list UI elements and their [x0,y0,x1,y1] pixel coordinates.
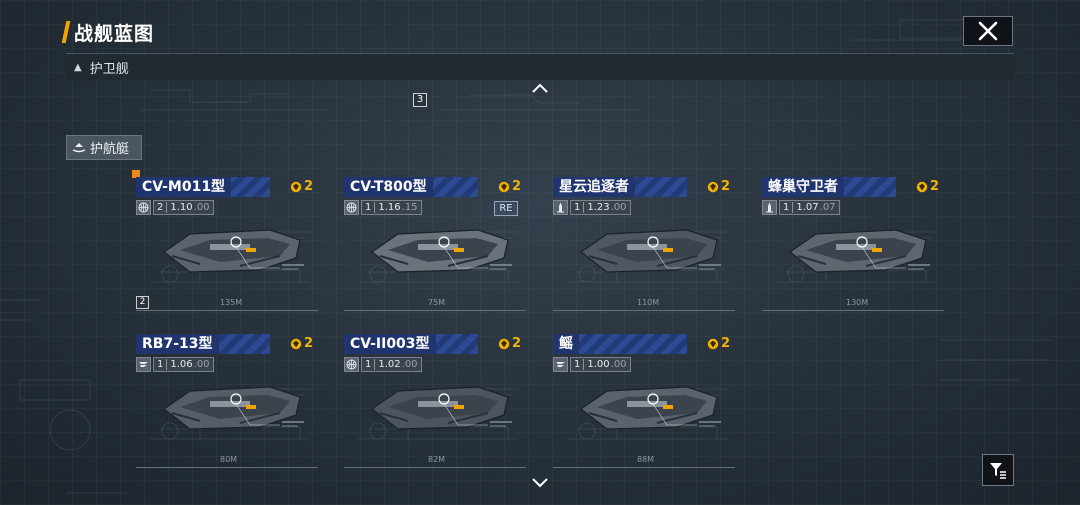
cost-coin-icon [290,338,302,349]
ship-cost: 2 [290,336,313,351]
ship-cost: 2 [290,179,313,194]
ship-name: 蜂巢守卫者 [762,177,844,197]
card-divider [344,310,526,311]
ship-card[interactable]: 星云追逐者 2 1 1.23 .00 110M [553,172,743,322]
ship-class-label: 护卫舰 [89,61,129,77]
triangle-up-icon: ▲ [74,61,82,73]
ship-name: 鳐 [553,334,579,354]
ship-length: 75M [428,298,446,307]
cost-coin-icon [707,181,719,192]
scroll-down-chevron-icon[interactable] [530,476,550,488]
ship-card[interactable]: RB7-13型 2 1 1.06 .00 80M [136,329,326,479]
ship-cost-value: 2 [304,336,314,351]
escort-boat-icon [72,142,86,152]
page-title: 战舰蓝图 [74,22,155,45]
ship-cost: 2 [498,179,521,194]
ship-name-bar: CV-T800型 [344,177,478,197]
ship-cost-value: 2 [930,179,940,194]
ship-class-selector[interactable]: ▲ 护卫舰 [66,53,1014,80]
globe-icon [344,200,359,215]
ship-name-bar: RB7-13型 [136,334,270,354]
ship-name: RB7-13型 [136,334,219,354]
sub-class-tab-label: 护航艇 [90,142,130,157]
ship-illustration [150,229,310,283]
ship-cost: 2 [916,179,939,194]
sub-class-tab-escort[interactable]: 护航艇 [66,135,142,160]
ship-illustration [150,386,310,440]
ship-name: CV-II003型 [344,334,436,354]
ship-length: 82M [428,455,446,464]
ship-card[interactable]: 鳐 2 1 1.00 .00 88M [553,329,743,479]
card-divider [553,467,735,468]
ship-cost-value: 2 [512,179,522,194]
ship-illustration [358,386,518,440]
ship-name: 星云追逐者 [553,177,635,197]
ship-illustration [567,386,727,440]
tier-tag: 2 [136,296,149,309]
page-header: 战舰蓝图 [61,18,155,46]
card-divider [553,310,735,311]
ship-name-bar: 星云追逐者 [553,177,687,197]
globe-icon [136,200,151,215]
filter-icon [990,463,1006,479]
ship-icon [553,200,568,215]
cost-coin-icon [916,181,928,192]
ship-name: CV-M011型 [136,177,232,197]
globe-icon [344,357,359,372]
cost-coin-icon [498,338,510,349]
ship-cost: 2 [707,179,730,194]
ship-name-bar: 鳐 [553,334,687,354]
scroll-up-chevron-icon[interactable] [530,82,550,94]
ship-cost: 2 [498,336,521,351]
ship-cost: 2 [707,336,730,351]
wing-icon [553,357,568,372]
ship-length: 88M [637,455,655,464]
ship-illustration [776,229,936,283]
ship-illustration [358,229,518,283]
ship-card[interactable]: CV-II003型 2 1 1.02 .00 82M [344,329,534,479]
ship-card[interactable]: 蜂巢守卫者 2 1 1.07 .07 130M [762,172,952,322]
cost-coin-icon [290,181,302,192]
card-divider [136,467,318,468]
cost-coin-icon [707,338,719,349]
card-divider [344,467,526,468]
ship-name-bar: CV-II003型 [344,334,478,354]
ship-card[interactable]: CV-T800型 2 1 1.16 .15 RE 75M [344,172,534,322]
tier-tag: 3 [413,93,427,107]
ship-cost-value: 2 [721,336,731,351]
cost-coin-icon [498,181,510,192]
ship-icon [762,200,777,215]
ship-length: 135M [220,298,243,307]
card-divider [136,310,318,311]
ship-illustration [567,229,727,283]
ship-cost-value: 2 [721,179,731,194]
ship-cost-value: 2 [512,336,522,351]
ship-card[interactable]: CV-M011型 2 2 1.10 .00 135M 2 [136,172,326,322]
close-icon [978,21,998,41]
close-button[interactable] [963,16,1013,46]
title-accent-bar [61,21,71,43]
filter-button[interactable] [982,454,1014,486]
ship-name: CV-T800型 [344,177,433,197]
ship-length: 110M [637,298,660,307]
ship-name-bar: CV-M011型 [136,177,270,197]
ship-name-bar: 蜂巢守卫者 [762,177,896,197]
ship-cost-value: 2 [304,179,314,194]
wing-icon [136,357,151,372]
ship-length: 130M [846,298,869,307]
ship-length: 80M [220,455,238,464]
card-divider [762,310,944,311]
